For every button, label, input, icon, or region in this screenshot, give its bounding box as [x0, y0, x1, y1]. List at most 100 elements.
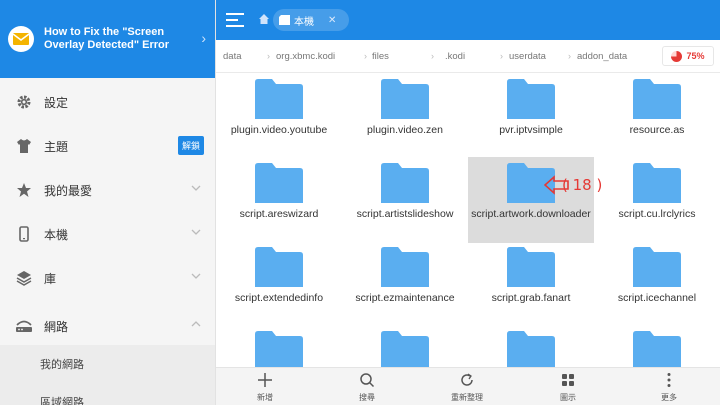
view-icons-label: 圖示: [560, 393, 576, 402]
sidebar-subitem-my-network[interactable]: 我的網路: [0, 345, 215, 383]
folder-item[interactable]: resource.as: [594, 73, 720, 159]
sidebar-item-label: 設定: [44, 95, 69, 110]
folder-item[interactable]: script.artistslideshow: [342, 157, 468, 243]
chevron-down-icon: [191, 229, 201, 235]
phone-icon: [14, 224, 34, 244]
breadcrumb-item[interactable]: files: [372, 51, 389, 62]
folder-item[interactable]: script.icechannel: [594, 241, 720, 327]
search-icon: [360, 373, 375, 388]
breadcrumb-item[interactable]: .kodi: [445, 51, 465, 62]
folder-item[interactable]: script.ezmaintenance: [342, 241, 468, 327]
sidebar-item-local[interactable]: 本機: [0, 212, 215, 256]
sidebar-item-label: 網路: [44, 319, 69, 334]
more-vert-icon: [667, 373, 671, 387]
bottom-toolbar: 新增 搜尋 重新整理 圖示 更多: [216, 367, 720, 405]
refresh-button[interactable]: 重新整理: [427, 368, 507, 405]
folder-grid: plugin.video.youtube plugin.video.zen pvr.…: [216, 73, 720, 367]
breadcrumb-separator-icon: ›: [568, 51, 571, 61]
sidebar-item-library[interactable]: 庫: [0, 256, 215, 300]
close-tab-icon[interactable]: ✕: [328, 15, 336, 26]
refresh-icon: [461, 373, 473, 386]
folder-item[interactable]: script.cu.lrclyrics: [594, 157, 720, 243]
chevron-right-icon: ›: [201, 30, 206, 46]
breadcrumb-separator-icon: ›: [267, 51, 270, 61]
breadcrumb-separator-icon: ›: [431, 51, 434, 61]
breadcrumb-item[interactable]: data: [223, 51, 242, 62]
search-label: 搜尋: [359, 393, 375, 402]
folder-icon: [255, 331, 303, 367]
sidebar-item-label: 主題: [44, 139, 69, 154]
breadcrumb: data › org.xbmc.kodi › files › .kodi › u…: [216, 40, 720, 73]
folder-name: pvr.iptvsimple: [499, 124, 563, 136]
view-icons-button[interactable]: 圖示: [528, 368, 608, 405]
sidebar-item-label: 本機: [44, 227, 69, 242]
refresh-label: 重新整理: [451, 393, 483, 402]
network-icon: [14, 316, 34, 336]
folder-name: script.artwork.downloader: [471, 208, 591, 220]
folder-icon: [507, 331, 555, 367]
folder-item[interactable]: script.grab.fanart: [468, 241, 594, 327]
folder-icon: [255, 163, 303, 203]
shirt-icon: [14, 136, 34, 156]
search-button[interactable]: 搜尋: [327, 368, 407, 405]
folder-item[interactable]: [216, 325, 342, 367]
folder-icon: [633, 79, 681, 119]
menu-icon[interactable]: [226, 11, 246, 29]
sidebar-item-label: 庫: [44, 271, 57, 286]
breadcrumb-item[interactable]: org.xbmc.kodi: [276, 51, 335, 62]
sidebar-subitem-lan[interactable]: 區域網路: [0, 383, 215, 405]
sidebar-item-label: 我的最愛: [44, 183, 93, 198]
folder-icon: [507, 79, 555, 119]
breadcrumb-item[interactable]: userdata: [509, 51, 546, 62]
sidebar-header-title: How to Fix the "Screen Overlay Detected"…: [44, 26, 170, 51]
breadcrumb-separator-icon: ›: [364, 51, 367, 61]
folder-name: resource.as: [629, 124, 685, 136]
breadcrumb-item[interactable]: addon_data: [577, 51, 627, 62]
annotation-label: ( 18 ): [562, 176, 603, 194]
tab-label: 本機: [294, 16, 314, 28]
sidebar-item-network[interactable]: 網路: [0, 304, 215, 348]
layers-icon: [14, 268, 34, 288]
folder-name: plugin.video.youtube: [230, 124, 328, 136]
folder-item-selected[interactable]: script.artwork.downloader: [468, 157, 594, 243]
folder-item[interactable]: plugin.video.youtube: [216, 73, 342, 159]
folder-item[interactable]: plugin.video.zen: [342, 73, 468, 159]
sidebar-item-settings[interactable]: 設定: [0, 80, 215, 124]
new-label: 新增: [257, 393, 273, 402]
storage-indicator[interactable]: 75%: [662, 46, 714, 66]
folder-icon: [381, 331, 429, 367]
folder-item[interactable]: pvr.iptvsimple: [468, 73, 594, 159]
home-icon[interactable]: [258, 13, 270, 25]
folder-icon: [381, 163, 429, 203]
top-bar: 本機 ✕: [216, 0, 720, 40]
chevron-down-icon: [191, 185, 201, 191]
folder-name: script.grab.fanart: [491, 292, 571, 304]
folder-item[interactable]: [342, 325, 468, 367]
sidebar-header-banner[interactable]: How to Fix the "Screen Overlay Detected"…: [0, 0, 215, 78]
more-button[interactable]: 更多: [629, 368, 709, 405]
sidebar: How to Fix the "Screen Overlay Detected"…: [0, 0, 216, 405]
sidebar-item-theme[interactable]: 主題 解鎖: [0, 124, 215, 168]
tab-local-device[interactable]: 本機 ✕: [273, 9, 349, 31]
chevron-down-icon: [191, 273, 201, 279]
folder-item[interactable]: script.areswizard: [216, 157, 342, 243]
folder-name: script.ezmaintenance: [355, 292, 455, 304]
plus-icon: [258, 373, 272, 387]
folder-name: script.artistslideshow: [356, 208, 454, 220]
folder-icon: [381, 79, 429, 119]
folder-item[interactable]: [468, 325, 594, 367]
new-button[interactable]: 新增: [225, 368, 305, 405]
folder-name: script.extendedinfo: [234, 292, 324, 304]
star-icon: [14, 180, 34, 200]
mail-icon: [8, 26, 34, 52]
folder-item[interactable]: [594, 325, 720, 367]
folder-icon: [633, 331, 681, 367]
folder-name: script.icechannel: [617, 292, 697, 304]
sidebar-item-favorites[interactable]: 我的最愛: [0, 168, 215, 212]
folder-icon: [381, 247, 429, 287]
more-label: 更多: [661, 393, 677, 402]
unlock-badge[interactable]: 解鎖: [177, 136, 204, 155]
breadcrumb-separator-icon: ›: [500, 51, 503, 61]
folder-name: script.cu.lrclyrics: [618, 208, 696, 220]
folder-item[interactable]: script.extendedinfo: [216, 241, 342, 327]
